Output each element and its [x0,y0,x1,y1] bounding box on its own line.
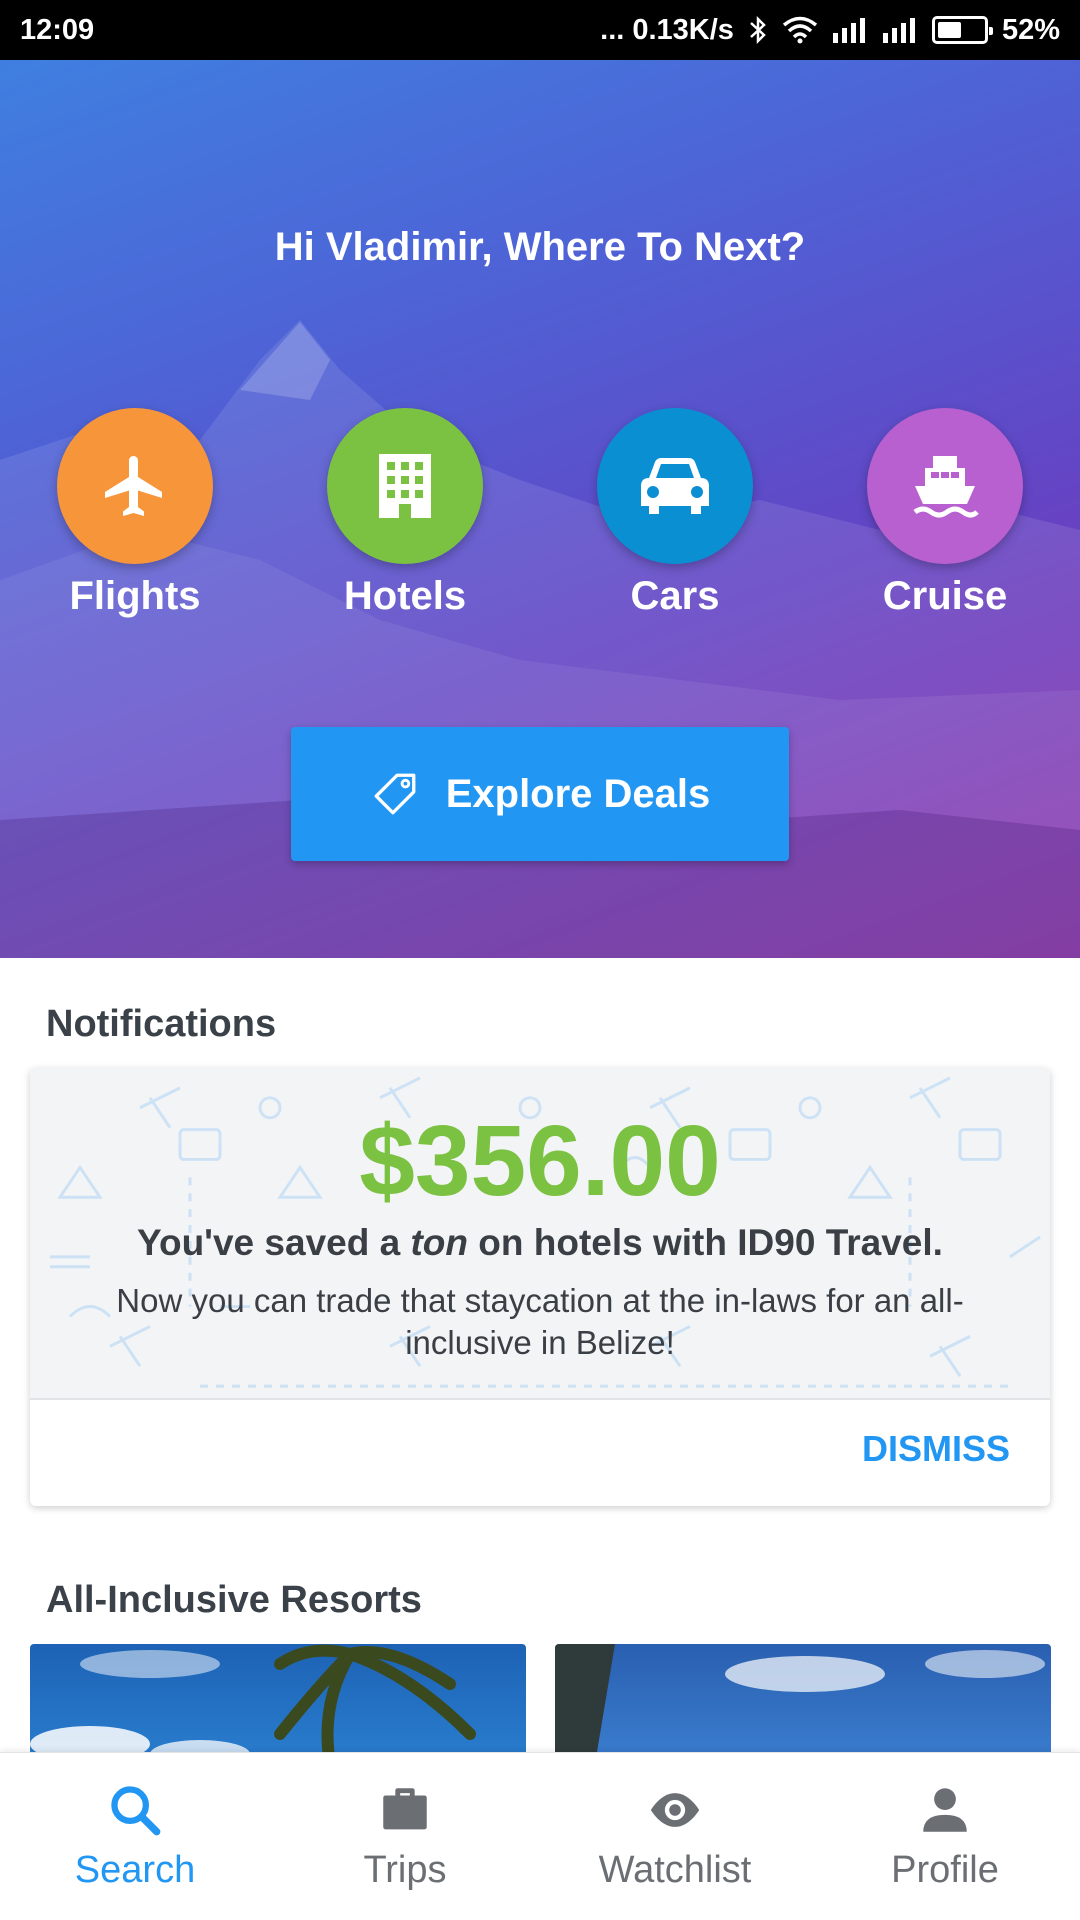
savings-headline-prefix: You've saved a [137,1222,411,1263]
status-bar: 12:09 ... 0.13K/s 52% [0,0,1080,60]
category-hotels[interactable]: Hotels [295,408,515,619]
ship-icon [913,456,979,518]
savings-headline-suffix: on hotels with ID90 Travel. [468,1222,943,1263]
person-icon [923,1788,967,1832]
dismiss-button[interactable]: DISMISS [862,1428,1010,1470]
flights-circle[interactable] [57,408,213,564]
resort-card[interactable] [30,1644,526,1764]
battery-icon [931,16,993,44]
network-speed: ... 0.13K/s [600,13,734,46]
status-icons: ... 0.13K/s 52% [600,14,1060,47]
tag-icon [374,773,416,815]
category-flights[interactable]: Flights [25,408,245,619]
explore-deals-label: Explore Deals [445,771,711,816]
eye-icon [650,1793,700,1827]
clock: 12:09 [20,13,95,46]
resort-photo [30,1644,476,1764]
signal-icon [882,17,918,43]
resorts-title: All-Inclusive Resorts [46,1579,422,1621]
category-label: Hotels [343,574,467,618]
nav-search[interactable]: Search [0,1753,270,1920]
nav-watchlist[interactable]: Watchlist [540,1753,810,1920]
savings-headline: You've saved a ton on hotels with ID90 T… [30,1222,1050,1264]
cars-circle[interactable] [597,408,753,564]
wifi-icon [782,16,818,44]
category-label: Cars [630,574,720,618]
car-icon [641,458,709,514]
nav-label: Search [74,1849,196,1891]
resort-photo [555,1644,1045,1764]
category-row: Flights Hotels Cars Cruise [0,408,1080,618]
category-cruise[interactable]: Cruise [835,408,1055,619]
signal-icon [832,17,868,43]
nav-profile[interactable]: Profile [810,1753,1080,1920]
category-label: Cruise [882,574,1008,618]
nav-label: Profile [891,1849,999,1891]
category-label: Flights [69,574,201,618]
notification-card: $356.00 You've saved a ton on hotels wit… [30,1068,1050,1506]
notification-body: $356.00 You've saved a ton on hotels wit… [30,1068,1050,1400]
category-cars[interactable]: Cars [565,408,785,619]
resort-card[interactable] [555,1644,1051,1764]
cruise-circle[interactable] [867,408,1023,564]
savings-amount: $356.00 [359,1105,721,1217]
airplane-icon [105,456,162,516]
briefcase-icon [383,1788,427,1830]
nav-label: Watchlist [598,1849,752,1891]
search-icon [111,1786,161,1836]
notifications-title: Notifications [46,1003,277,1045]
hero-banner: Hi Vladimir, Where To Next? Flights Hote… [0,60,1080,958]
bluetooth-icon [748,15,768,45]
notification-message: Now you can trade that staycation at the… [116,1282,964,1361]
battery-percent: 52% [1001,13,1060,46]
building-icon [379,454,431,518]
greeting-text: Hi Vladimir, Where To Next? [274,225,806,269]
savings-headline-emphasis: ton [410,1222,468,1263]
nav-label: Trips [363,1849,447,1891]
hotels-circle[interactable] [327,408,483,564]
bottom-navigation: Search Trips Watchlist Profile [0,1752,1080,1920]
nav-trips[interactable]: Trips [270,1753,540,1920]
explore-deals-button[interactable]: Explore Deals [291,727,789,861]
